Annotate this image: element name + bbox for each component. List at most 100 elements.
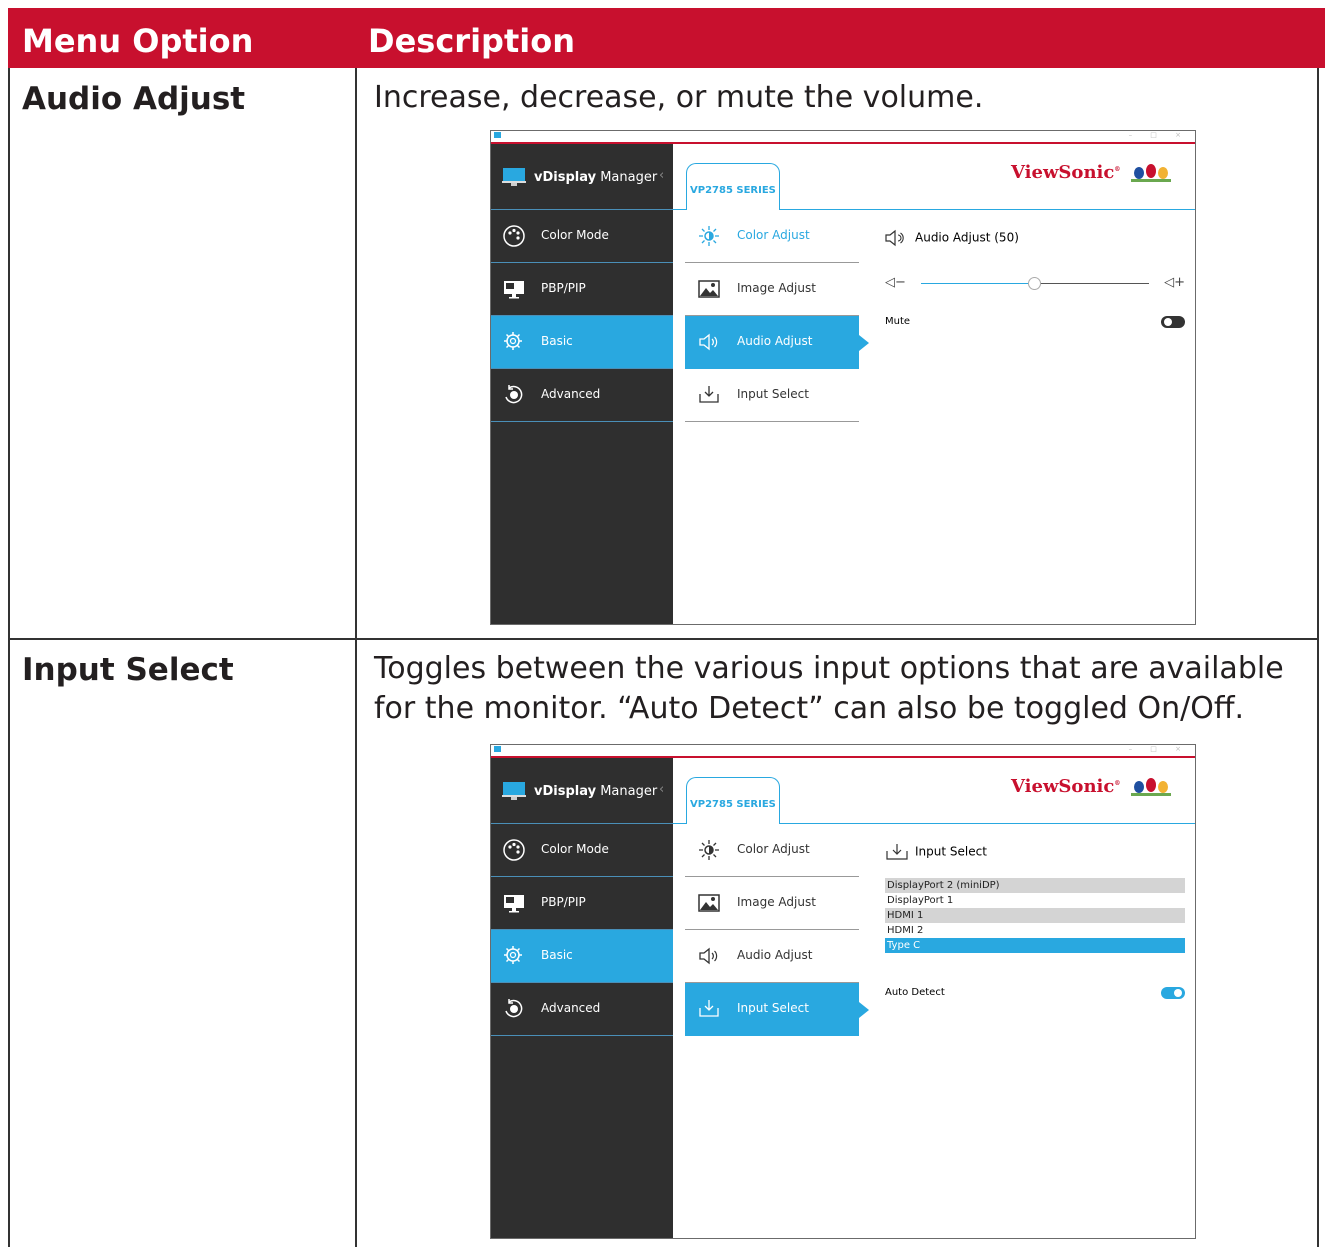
volume-slider[interactable]: ◁− ◁+: [885, 274, 1185, 294]
table-header: Menu Option Description: [8, 8, 1325, 68]
window-controls-icon: – □ ×: [1128, 131, 1189, 139]
advanced-icon: [505, 999, 523, 1018]
app-name: vDisplay Manager: [534, 170, 658, 185]
sidebar-item-label: Basic: [541, 948, 573, 962]
brightness-icon: [699, 226, 719, 246]
pbp-pip-icon: [504, 895, 524, 913]
sidebar-item-label: Advanced: [541, 1001, 601, 1015]
sidebar-item-pbp-pip[interactable]: PBP/PIP: [491, 263, 673, 316]
sidebar-item-pbp-pip[interactable]: PBP/PIP: [491, 877, 673, 930]
collapse-chevron-icon[interactable]: ‹: [659, 168, 664, 183]
menu-item-label: Audio Adjust: [737, 334, 813, 348]
sidebar-brand: vDisplay Manager ‹: [491, 144, 673, 210]
app-icon: [494, 132, 501, 138]
sidebar: vDisplay Manager ‹ Color Mode PBP/PIP Ba…: [491, 758, 673, 1238]
collapse-chevron-icon[interactable]: ‹: [659, 782, 664, 797]
menu-item-label: Image Adjust: [737, 895, 816, 909]
palette-icon: [503, 225, 525, 247]
app-screenshot-audio: – □ × vDisplay Manager ‹ Color Mode PBP/…: [490, 130, 1196, 625]
app-name: vDisplay Manager: [534, 784, 658, 799]
sidebar-item-label: Color Mode: [541, 228, 609, 242]
sidebar-item-label: PBP/PIP: [541, 281, 586, 295]
sidebar-item-label: Advanced: [541, 387, 601, 401]
menu-item-label: Color Adjust: [737, 228, 810, 242]
column-divider: [355, 68, 357, 1247]
menu-item-label: Input Select: [737, 1001, 809, 1015]
auto-detect-toggle[interactable]: [1161, 987, 1185, 999]
gear-icon: [504, 946, 522, 964]
table-border-right: [1317, 68, 1319, 1247]
main-content: VP2785 SERIES ViewSonic® Color Adjust Im…: [673, 758, 1195, 1238]
main-content: VP2785 SERIES ViewSonic® Color Adjust Im…: [673, 144, 1195, 624]
sidebar: vDisplay Manager ‹ Color Mode PBP/PIP Ba…: [491, 144, 673, 624]
sidebar-item-color-mode[interactable]: Color Mode: [491, 210, 673, 263]
tab-vp2785-series[interactable]: VP2785 SERIES: [686, 777, 780, 824]
input-panel-title: Input Select: [885, 843, 987, 861]
app-icon: [494, 746, 501, 752]
sidebar-item-label: PBP/PIP: [541, 895, 586, 909]
tab-vp2785-series[interactable]: VP2785 SERIES: [686, 163, 780, 210]
gear-icon: [504, 332, 522, 350]
sidebar-item-advanced[interactable]: Advanced: [491, 983, 673, 1036]
monitor-icon: [502, 782, 526, 800]
input-panel: Input Select DisplayPort 2 (miniDP) Disp…: [885, 758, 1185, 1238]
image-icon: [698, 280, 720, 298]
menu-item-input-select[interactable]: Input Select: [685, 369, 859, 422]
sidebar-item-color-mode[interactable]: Color Mode: [491, 824, 673, 877]
brightness-icon: [699, 840, 719, 860]
table-border-left: [8, 68, 10, 1247]
window-controls-icon: – □ ×: [1128, 745, 1189, 753]
input-list: DisplayPort 2 (miniDP) DisplayPort 1 HDM…: [885, 878, 1185, 953]
menu-item-image-adjust[interactable]: Image Adjust: [685, 263, 859, 316]
input-option-selected[interactable]: Type C: [885, 938, 1185, 953]
pbp-pip-icon: [504, 281, 524, 299]
speaker-icon: [885, 229, 904, 247]
volume-up-icon[interactable]: ◁+: [1164, 275, 1185, 290]
speaker-icon: [699, 333, 718, 351]
volume-down-icon[interactable]: ◁−: [885, 275, 906, 290]
sidebar-item-basic[interactable]: Basic: [491, 316, 673, 369]
audio-panel: Audio Adjust (50) ◁− ◁+ Mute: [885, 144, 1185, 624]
app-screenshot-input: – □ × vDisplay Manager ‹ Color Mode PBP/…: [490, 744, 1196, 1239]
slider-track-empty: [1035, 283, 1149, 284]
speaker-icon: [699, 947, 718, 965]
menu-item-label: Color Adjust: [737, 842, 810, 856]
input-option[interactable]: DisplayPort 1: [885, 893, 1185, 908]
menu-item-color-adjust[interactable]: Color Adjust: [685, 824, 859, 877]
header-description: Description: [368, 22, 575, 60]
image-icon: [698, 894, 720, 912]
input-option[interactable]: DisplayPort 2 (miniDP): [885, 878, 1185, 893]
menu-item-image-adjust[interactable]: Image Adjust: [685, 877, 859, 930]
sidebar-item-advanced[interactable]: Advanced: [491, 369, 673, 422]
input-icon: [699, 1000, 719, 1017]
menu-item-color-adjust[interactable]: Color Adjust: [685, 210, 859, 263]
row-description-audio-adjust: Increase, decrease, or mute the volume.: [374, 80, 984, 115]
sidebar-item-label: Basic: [541, 334, 573, 348]
row-option-input-select: Input Select: [22, 652, 234, 688]
sidebar-item-label: Color Mode: [541, 842, 609, 856]
mute-label: Mute: [885, 316, 911, 327]
row-option-audio-adjust: Audio Adjust: [22, 81, 246, 117]
input-option[interactable]: HDMI 2: [885, 923, 1185, 938]
menu-item-audio-adjust[interactable]: Audio Adjust: [685, 316, 869, 369]
header-menu-option: Menu Option: [22, 22, 254, 60]
menu-item-label: Input Select: [737, 387, 809, 401]
sidebar-item-basic[interactable]: Basic: [491, 930, 673, 983]
slider-knob[interactable]: [1028, 277, 1041, 290]
advanced-icon: [505, 385, 523, 404]
palette-icon: [503, 839, 525, 861]
auto-detect-label: Auto Detect: [885, 987, 945, 998]
menu-item-input-select[interactable]: Input Select: [685, 983, 869, 1036]
input-icon: [699, 386, 719, 403]
mute-toggle[interactable]: [1161, 316, 1185, 328]
input-icon: [886, 844, 908, 860]
row-divider: [8, 638, 1319, 640]
menu-item-audio-adjust[interactable]: Audio Adjust: [685, 930, 859, 983]
audio-panel-title: Audio Adjust (50): [885, 229, 1019, 247]
input-option[interactable]: HDMI 1: [885, 908, 1185, 923]
monitor-icon: [502, 168, 526, 186]
row-description-input-select: Toggles between the various input option…: [374, 651, 1284, 726]
menu-item-label: Audio Adjust: [737, 948, 813, 962]
menu-item-label: Image Adjust: [737, 281, 816, 295]
sidebar-brand: vDisplay Manager ‹: [491, 758, 673, 824]
